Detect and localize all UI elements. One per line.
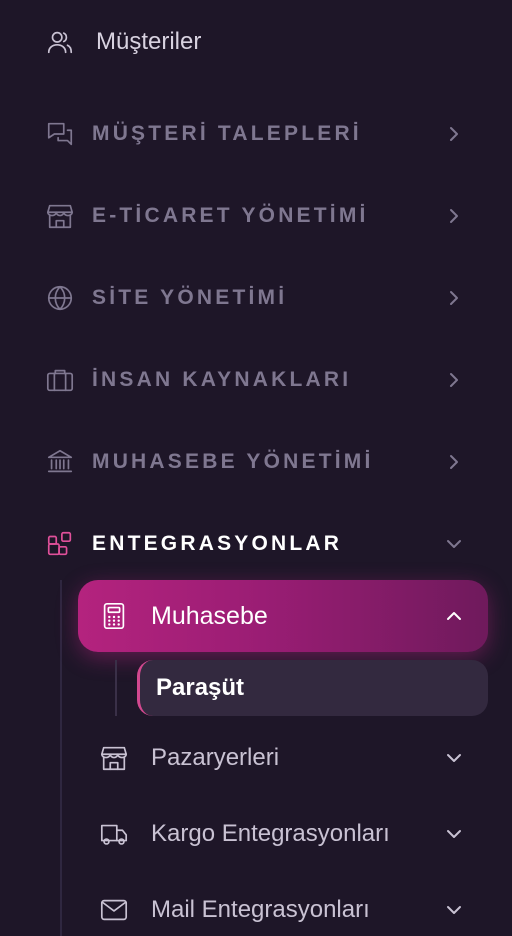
section-label: İNSAN KAYNAKLARI: [92, 368, 352, 391]
submenu-item-pazaryerleri[interactable]: Pazaryerleri: [0, 738, 512, 778]
submenu-item-parasut[interactable]: Paraşüt: [137, 660, 488, 716]
section-label: ENTEGRASYONLAR: [92, 532, 343, 555]
submenu-label: Muhasebe: [151, 602, 268, 630]
chevron-down-icon: [440, 896, 468, 924]
chevron-right-icon: [440, 284, 468, 312]
section-musteri-talepleri[interactable]: MÜŞTERİ TALEPLERİ: [0, 114, 512, 154]
sidebar-item-musteriler[interactable]: Müşteriler: [0, 22, 512, 62]
section-label: E-TİCARET YÖNETİMİ: [92, 204, 369, 227]
submenu-label: Pazaryerleri: [151, 744, 280, 771]
submenu-label: Paraşüt: [156, 674, 245, 701]
chevron-right-icon: [440, 366, 468, 394]
section-muhasebe-yonetimi[interactable]: MUHASEBE YÖNETİMİ: [0, 442, 512, 482]
section-e-ticaret-yonetimi[interactable]: E-TİCARET YÖNETİMİ: [0, 196, 512, 236]
submenu-item-mail-entegrasyonlari[interactable]: Mail Entegrasyonları: [0, 890, 512, 930]
submenu-item-kargo-entegrasyonlari[interactable]: Kargo Entegrasyonları: [0, 814, 512, 854]
calculator-icon: [98, 600, 130, 632]
store-icon: [44, 200, 76, 232]
globe-icon: [44, 282, 76, 314]
apps-add-icon: [44, 528, 76, 560]
submenu-label: Kargo Entegrasyonları: [151, 820, 390, 847]
truck-icon: [98, 818, 130, 850]
chevron-right-icon: [440, 120, 468, 148]
tree-guide-line: [115, 660, 117, 716]
bank-icon: [44, 446, 76, 478]
chevron-right-icon: [440, 202, 468, 230]
chevron-down-icon: [440, 820, 468, 848]
mail-icon: [98, 894, 130, 926]
chevron-up-icon: [440, 602, 468, 630]
chevron-down-icon: [440, 530, 468, 558]
chevron-down-icon: [440, 744, 468, 772]
section-label: MUHASEBE YÖNETİMİ: [92, 450, 374, 473]
sidebar-item-label: Müşteriler: [96, 28, 202, 55]
section-insan-kaynaklari[interactable]: İNSAN KAYNAKLARI: [0, 360, 512, 400]
section-label: SİTE YÖNETİMİ: [92, 286, 288, 309]
chat-icon: [44, 118, 76, 150]
store-icon: [98, 742, 130, 774]
section-entegrasyonlar[interactable]: ENTEGRASYONLAR: [0, 524, 512, 564]
submenu-label: Mail Entegrasyonları: [151, 896, 370, 923]
submenu-item-muhasebe[interactable]: Muhasebe: [78, 580, 488, 652]
section-label: MÜŞTERİ TALEPLERİ: [92, 122, 362, 145]
briefcase-icon: [44, 364, 76, 396]
section-site-yonetimi[interactable]: SİTE YÖNETİMİ: [0, 278, 512, 318]
chevron-right-icon: [440, 448, 468, 476]
users-icon: [44, 26, 76, 58]
